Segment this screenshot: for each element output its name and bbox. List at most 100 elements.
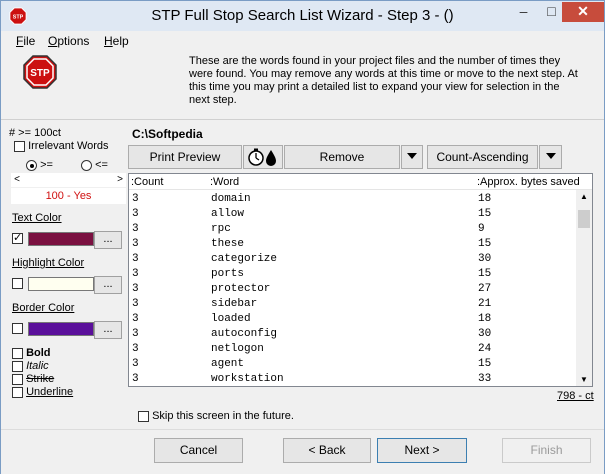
skip-screen-label: Skip this screen in the future. bbox=[152, 410, 294, 422]
scroll-down-arrow-icon[interactable]: ▼ bbox=[576, 375, 592, 384]
border-color-checkbox[interactable] bbox=[12, 323, 23, 334]
scroll-up-arrow-icon[interactable]: ▲ bbox=[576, 192, 592, 201]
timer-ink-button[interactable] bbox=[243, 145, 283, 169]
menu-options[interactable]: Options bbox=[48, 34, 89, 48]
sort-dropdown-button[interactable] bbox=[539, 145, 562, 169]
title-bar: STP STP Full Stop Search List Wizard - S… bbox=[1, 1, 604, 31]
list-item[interactable]: 3 ports 15 bbox=[129, 267, 577, 282]
bold-label: Bold bbox=[26, 347, 51, 359]
item-word: netlogon bbox=[211, 343, 264, 355]
item-count: 3 bbox=[132, 283, 139, 295]
list-item[interactable]: 3 workstation 33 bbox=[129, 372, 577, 386]
maximize-button[interactable]: □ bbox=[538, 2, 565, 22]
border-color-label: Border Color bbox=[12, 302, 75, 314]
list-item[interactable]: 3 allow 15 bbox=[129, 207, 577, 222]
item-count: 3 bbox=[132, 223, 139, 235]
text-color-swatch[interactable] bbox=[28, 232, 94, 246]
text-color-picker-button[interactable]: ... bbox=[94, 231, 122, 249]
list-item[interactable]: 3 protector 27 bbox=[129, 282, 577, 297]
item-bytes: 15 bbox=[478, 358, 492, 370]
finish-button[interactable]: Finish bbox=[502, 438, 591, 463]
back-button[interactable]: < Back bbox=[283, 438, 371, 463]
item-count: 3 bbox=[132, 253, 139, 265]
underline-checkbox[interactable] bbox=[12, 386, 23, 398]
menu-file[interactable]: File bbox=[16, 34, 35, 48]
highlight-color-swatch[interactable] bbox=[28, 277, 94, 291]
compare-radios: >= <= bbox=[26, 159, 108, 171]
stop-logo-icon: STP bbox=[23, 55, 57, 89]
list-item[interactable]: 3 these 15 bbox=[129, 237, 577, 252]
bold-checkbox[interactable] bbox=[12, 347, 23, 359]
text-color-label: Text Color bbox=[12, 212, 62, 224]
highlight-color-checkbox[interactable] bbox=[12, 278, 23, 289]
radio-ge[interactable] bbox=[26, 159, 37, 171]
menu-help[interactable]: Help bbox=[104, 34, 129, 48]
item-bytes: 30 bbox=[478, 253, 492, 265]
border-color-picker-button[interactable]: ... bbox=[94, 321, 122, 339]
header-bytes[interactable]: :Approx. bytes saved bbox=[477, 174, 580, 190]
cancel-button[interactable]: Cancel bbox=[154, 438, 243, 463]
list-item[interactable]: 3 rpc 9 bbox=[129, 222, 577, 237]
list-item[interactable]: 3 autoconfig 30 bbox=[129, 327, 577, 342]
list-item[interactable]: 3 domain 18 bbox=[129, 192, 577, 207]
highlight-color-picker-button[interactable]: ... bbox=[94, 276, 122, 294]
stopwatch-ink-icon bbox=[248, 148, 276, 166]
list-item[interactable]: 3 categorize 30 bbox=[129, 252, 577, 267]
word-list[interactable]: :Count :Word :Approx. bytes saved 3 domai… bbox=[128, 173, 593, 387]
irrelevant-words-row[interactable]: Irrelevant Words bbox=[14, 140, 109, 152]
header-count[interactable]: :Count bbox=[131, 174, 163, 190]
strike-option[interactable]: Strike bbox=[12, 373, 73, 386]
highlight-color-label: Highlight Color bbox=[12, 257, 85, 269]
skip-screen-checkbox[interactable] bbox=[138, 410, 149, 422]
item-count: 3 bbox=[132, 193, 139, 205]
item-bytes: 15 bbox=[478, 268, 492, 280]
item-word: allow bbox=[211, 208, 245, 220]
item-bytes: 18 bbox=[478, 313, 492, 325]
threshold-value: 100 - Yes bbox=[11, 188, 126, 204]
sort-order-button[interactable]: Count-Ascending bbox=[427, 145, 538, 169]
list-item[interactable]: 3 sidebar 21 bbox=[129, 297, 577, 312]
scroll-thumb[interactable] bbox=[578, 210, 590, 228]
border-color-row: ... bbox=[12, 321, 124, 339]
radio-ge-label: >= bbox=[40, 159, 53, 171]
strike-label: Strike bbox=[26, 373, 55, 385]
item-word: workstation bbox=[211, 373, 284, 385]
item-word: categorize bbox=[211, 253, 278, 265]
strike-checkbox[interactable] bbox=[12, 373, 23, 385]
project-path: C:\Softpedia bbox=[132, 127, 203, 141]
irrelevant-words-checkbox[interactable] bbox=[14, 140, 25, 152]
text-color-checkbox[interactable] bbox=[12, 231, 23, 244]
item-count: 3 bbox=[132, 298, 139, 310]
svg-text:STP: STP bbox=[30, 68, 50, 79]
list-rows: 3 domain 18 3 allow 15 3 rpc 9 3 these 15 3 categoriz… bbox=[129, 192, 577, 386]
radio-le-label: <= bbox=[95, 159, 108, 171]
close-button[interactable]: ✕ bbox=[562, 2, 604, 22]
list-item[interactable]: 3 agent 15 bbox=[129, 357, 577, 372]
list-item[interactable]: 3 loaded 18 bbox=[129, 312, 577, 327]
header-word[interactable]: :Word bbox=[210, 174, 239, 190]
text-color-row: ... bbox=[12, 231, 124, 249]
item-count: 3 bbox=[132, 238, 139, 250]
remove-dropdown-button[interactable] bbox=[401, 145, 423, 169]
chevron-down-icon bbox=[545, 153, 556, 159]
scroll-right-arrow-icon[interactable]: > bbox=[114, 173, 126, 187]
border-color-swatch[interactable] bbox=[28, 322, 94, 336]
list-scrollbar[interactable]: ▲ ▼ bbox=[576, 190, 592, 386]
skip-screen-option[interactable]: Skip this screen in the future. bbox=[138, 410, 294, 422]
scroll-left-arrow-icon[interactable]: < bbox=[11, 173, 23, 187]
italic-option[interactable]: Italic bbox=[12, 360, 73, 373]
item-count: 3 bbox=[132, 343, 139, 355]
bold-option[interactable]: Bold bbox=[12, 347, 73, 360]
list-item[interactable]: 3 netlogon 24 bbox=[129, 342, 577, 357]
item-word: sidebar bbox=[211, 298, 258, 310]
next-button[interactable]: Next > bbox=[377, 438, 467, 463]
remove-button[interactable]: Remove bbox=[284, 145, 400, 169]
underline-option[interactable]: Underline bbox=[12, 386, 73, 399]
threshold-scrollbar[interactable]: < > bbox=[11, 173, 126, 187]
print-preview-button[interactable]: Print Preview bbox=[128, 145, 242, 169]
italic-checkbox[interactable] bbox=[12, 360, 23, 372]
minimize-button[interactable]: – bbox=[510, 2, 537, 22]
underline-label: Underline bbox=[26, 386, 74, 398]
radio-le[interactable] bbox=[81, 159, 93, 171]
item-word: rpc bbox=[211, 223, 231, 235]
